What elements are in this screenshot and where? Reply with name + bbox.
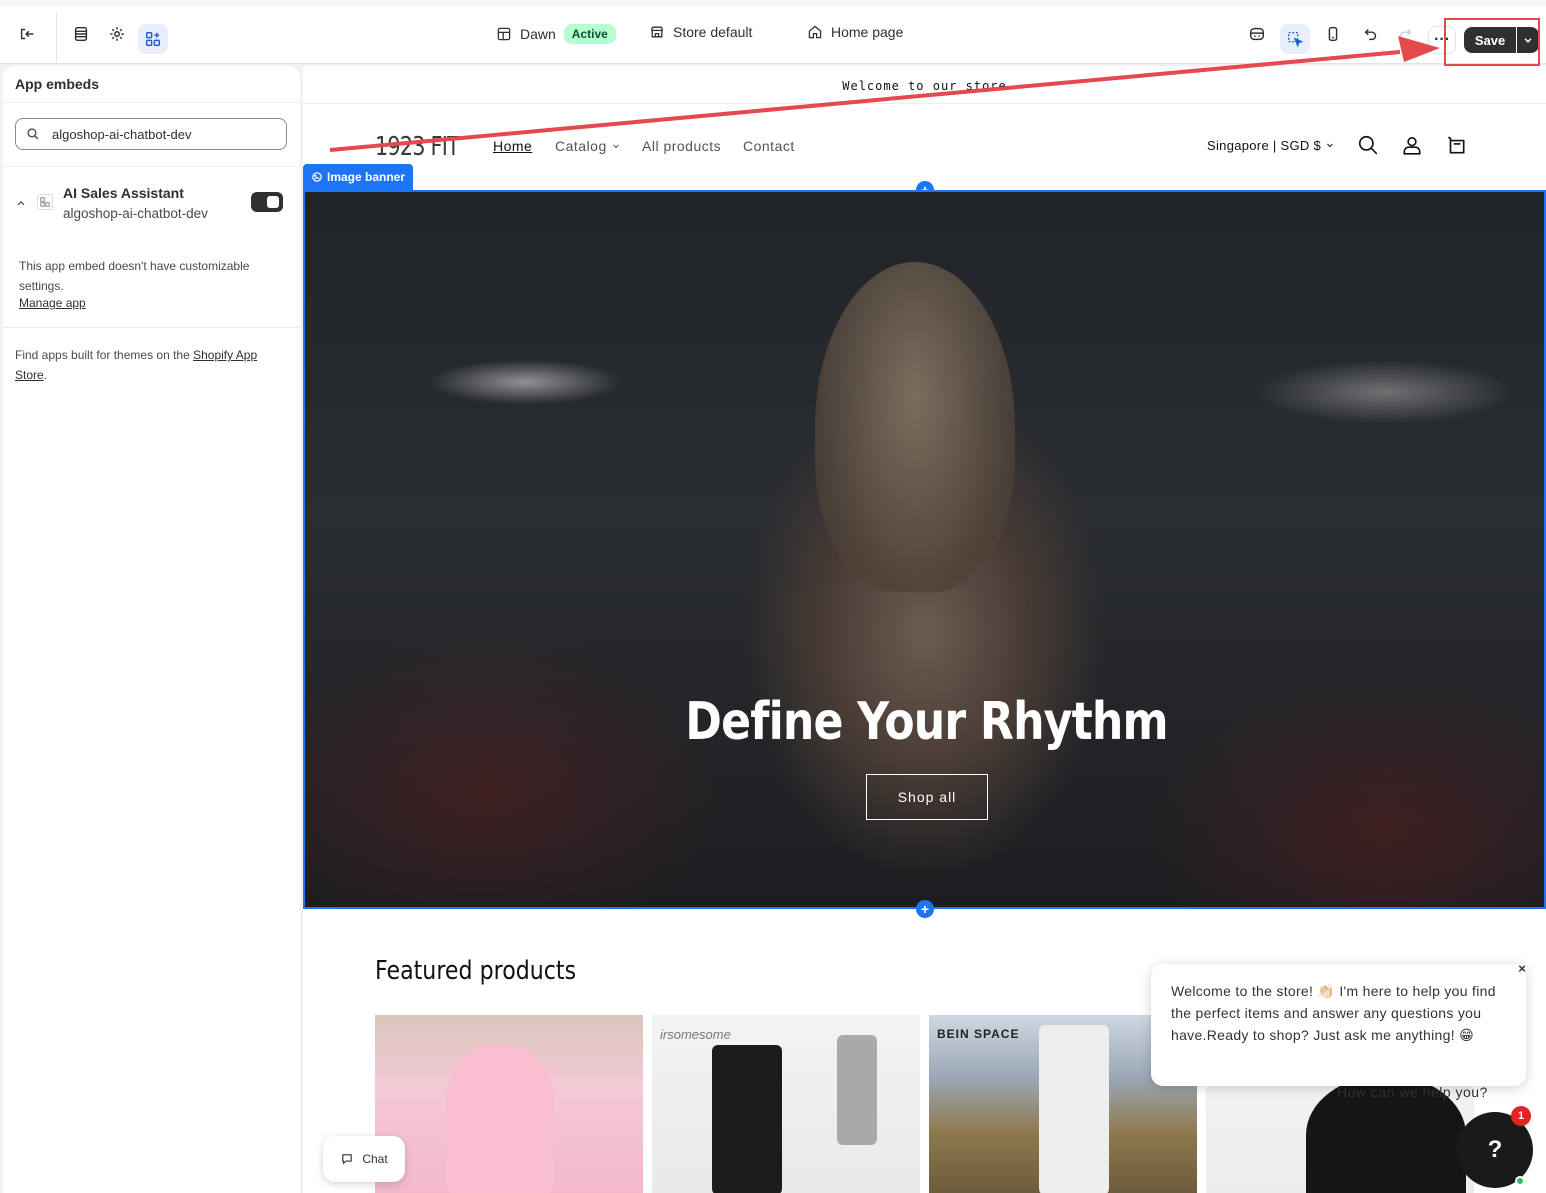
page-label: Home page <box>831 24 904 40</box>
chat-icon <box>342 1154 353 1165</box>
manage-app-link[interactable]: Manage app <box>19 293 86 313</box>
context-selector[interactable]: Store default <box>649 24 752 40</box>
embed-app-name: algoshop-ai-chatbot-dev <box>63 206 208 221</box>
chevron-down-icon <box>1327 143 1333 148</box>
search-icon[interactable] <box>1357 134 1381 158</box>
product-card[interactable]: irsomesome <box>652 1015 920 1193</box>
cart-icon[interactable] <box>1445 134 1469 158</box>
exit-icon[interactable] <box>12 19 42 49</box>
context-label: Store default <box>673 24 753 40</box>
inspector-icon[interactable] <box>1280 24 1310 54</box>
featured-products-title: Featured products <box>375 956 577 986</box>
panel-divider <box>3 102 300 103</box>
product-brand: irsomesome <box>660 1027 731 1042</box>
chevron-up-icon[interactable] <box>15 196 27 214</box>
hero-title: Define Your Rhythm <box>685 692 1168 752</box>
chatbot-welcome-bubble: Welcome to the store! 👏🏻 I'm here to hel… <box>1151 964 1526 1086</box>
page-selector[interactable]: Home page <box>807 24 903 40</box>
nav-catalog[interactable]: Catalog <box>555 138 621 154</box>
mobile-preview-icon[interactable] <box>1318 19 1348 49</box>
search-icon <box>27 128 39 140</box>
theme-name: Dawn <box>520 26 556 42</box>
product-image <box>1039 1025 1109 1193</box>
panel-divider <box>3 166 300 167</box>
layout-icon <box>497 27 511 41</box>
redo-icon[interactable] <box>1390 19 1420 49</box>
help-prompt: How can we help you? <box>1337 1084 1488 1100</box>
chevron-down-icon <box>613 144 620 149</box>
home-icon <box>808 25 822 39</box>
online-indicator <box>1515 1176 1525 1186</box>
no-settings-text: This app embed doesn't have customizable… <box>19 259 250 293</box>
embed-name: AI Sales Assistant <box>63 185 184 201</box>
sections-icon[interactable] <box>66 19 96 49</box>
status-badge: Active <box>563 24 616 44</box>
chat-label: Chat <box>362 1152 388 1166</box>
product-image <box>445 1045 555 1193</box>
app-icon <box>37 194 53 210</box>
account-icon[interactable] <box>1401 134 1425 158</box>
panel-divider <box>3 327 300 328</box>
search-value: algoshop-ai-chatbot-dev <box>52 126 192 142</box>
topbar-divider <box>56 12 57 62</box>
hero-image-subject <box>815 262 1015 592</box>
image-icon <box>312 172 322 182</box>
unread-badge: 1 <box>1511 1106 1531 1126</box>
theme-selector[interactable]: Dawn Active <box>496 24 616 44</box>
add-section-bottom-button[interactable]: + <box>916 900 934 918</box>
app-embed-item[interactable]: AI Sales Assistant algoshop-ai-chatbot-d… <box>3 182 300 232</box>
annotation-highlight-box <box>1444 18 1540 66</box>
announcement-bar: Welcome to our store <box>303 66 1546 104</box>
nav-contact[interactable]: Contact <box>743 138 795 154</box>
image-banner[interactable]: Define Your Rhythm Shop all <box>303 190 1546 909</box>
close-icon[interactable]: × <box>1513 959 1531 977</box>
embed-toggle[interactable] <box>251 192 283 212</box>
chat-launcher[interactable]: Chat <box>323 1136 405 1182</box>
find-apps-text: Find apps built for themes on the Shopif… <box>15 345 287 385</box>
app-embeds-panel: App embeds algoshop-ai-chatbot-dev AI Sa… <box>3 66 300 1193</box>
shop-all-button[interactable]: Shop all <box>866 774 988 820</box>
section-label[interactable]: Image banner <box>303 164 414 190</box>
product-image <box>712 1045 782 1193</box>
section-label-text: Image banner <box>327 170 406 184</box>
product-brand: BEIN SPACE <box>937 1027 1020 1041</box>
locale-label: Singapore | SGD $ <box>1207 138 1321 153</box>
editor-topbar: Dawn Active Store default Home page ··· … <box>0 0 1546 66</box>
product-image <box>837 1035 877 1145</box>
app-embeds-icon[interactable] <box>138 24 168 54</box>
sensei-icon[interactable] <box>1242 19 1272 49</box>
undo-icon[interactable] <box>1356 19 1386 49</box>
gear-icon[interactable] <box>102 19 132 49</box>
nav-all-products[interactable]: All products <box>642 138 721 154</box>
store-icon <box>650 26 664 38</box>
panel-title: App embeds <box>15 76 100 92</box>
search-input[interactable]: algoshop-ai-chatbot-dev <box>15 118 287 150</box>
locale-selector[interactable]: Singapore | SGD $ <box>1207 138 1335 153</box>
find-apps-prefix: Find apps built for themes on the <box>15 348 194 362</box>
find-apps-suffix: . <box>43 368 48 382</box>
product-card[interactable] <box>375 1015 643 1193</box>
nav-home[interactable]: Home <box>493 138 532 154</box>
store-logo[interactable]: 1923 FIT <box>375 132 460 162</box>
store-preview: Welcome to our store 1923 FIT Home Catal… <box>303 66 1546 1193</box>
nav-catalog-label: Catalog <box>555 138 607 154</box>
